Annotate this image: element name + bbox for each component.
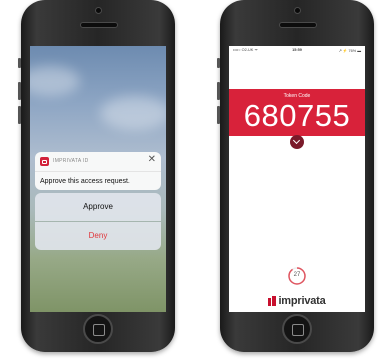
notification-message: Approve this access request. bbox=[40, 178, 130, 185]
approve-button[interactable]: Approve bbox=[35, 193, 161, 221]
notification-card[interactable]: IMPRIVATA ID ✕ Approve this access reque… bbox=[35, 152, 161, 190]
volume-down-button bbox=[18, 106, 21, 124]
volume-up-button bbox=[18, 82, 21, 100]
countdown-seconds: 27 bbox=[293, 272, 301, 278]
status-bar: ••••○ O2-UK ᯤ 15:59 ↗ ⚡ 76% ▬ bbox=[229, 46, 365, 55]
deny-button[interactable]: Deny bbox=[35, 222, 161, 250]
token-band: Token Code 680755 bbox=[229, 89, 365, 136]
volume-down-button bbox=[217, 106, 220, 124]
earpiece-speaker bbox=[80, 22, 118, 28]
notification-divider bbox=[35, 171, 161, 172]
home-button[interactable] bbox=[83, 314, 113, 344]
mute-switch bbox=[18, 58, 21, 68]
chevron-down-icon[interactable] bbox=[290, 135, 304, 149]
mute-switch bbox=[217, 58, 220, 68]
imprivata-app-icon bbox=[40, 157, 49, 166]
front-camera bbox=[95, 7, 102, 14]
phone-right: ••••○ O2-UK ᯤ 15:59 ↗ ⚡ 76% ▬ Token Code… bbox=[217, 0, 374, 352]
token-code: 680755 bbox=[243, 98, 351, 133]
volume-up-button bbox=[217, 82, 220, 100]
phone-left: IMPRIVATA ID ✕ Approve this access reque… bbox=[18, 0, 175, 352]
home-button[interactable] bbox=[282, 314, 312, 344]
imprivata-logo-mark-icon bbox=[268, 295, 277, 306]
brand-name: imprivata bbox=[278, 294, 326, 307]
notification-header: IMPRIVATA ID ✕ bbox=[40, 154, 156, 167]
lock-screen: IMPRIVATA ID ✕ Approve this access reque… bbox=[30, 46, 166, 312]
battery-status: ↗ ⚡ 76% ▬ bbox=[338, 49, 361, 53]
front-camera bbox=[294, 7, 301, 14]
earpiece-speaker bbox=[279, 22, 317, 28]
countdown-timer: 27 bbox=[287, 266, 307, 286]
notification-app-name: IMPRIVATA ID bbox=[53, 158, 89, 164]
cloud-blur bbox=[30, 66, 80, 96]
imprivata-logo: imprivata bbox=[229, 292, 365, 307]
close-icon[interactable]: ✕ bbox=[148, 154, 156, 165]
token-screen: ••••○ O2-UK ᯤ 15:59 ↗ ⚡ 76% ▬ Token Code… bbox=[229, 46, 365, 312]
cloud-blur bbox=[100, 96, 166, 130]
